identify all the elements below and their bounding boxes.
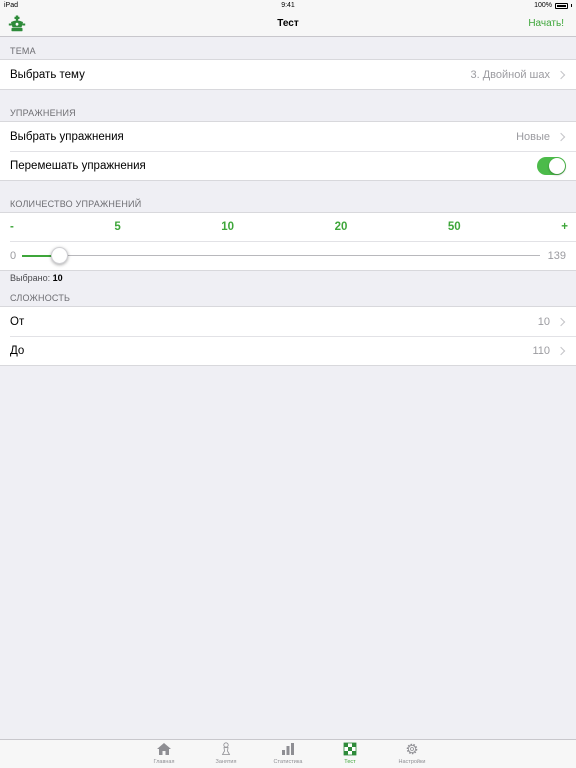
tab-label: Статистика — [273, 759, 303, 765]
tab-label: Настройки — [398, 759, 426, 765]
chevron-right-icon — [556, 132, 566, 141]
tab-bar: Главная Занятия Статистика Тест Настройк… — [0, 739, 576, 768]
start-button[interactable]: Начать! — [528, 18, 564, 29]
selected-count-value: 10 — [52, 273, 63, 283]
exercises-group: Выбрать упражнения Новые Перемешать упра… — [0, 121, 576, 181]
quick-count-10-button[interactable]: 10 — [221, 221, 234, 233]
pawn-icon — [221, 742, 231, 755]
section-header-count: КОЛИЧЕСТВО УПРАЖНЕНИЙ — [10, 199, 142, 209]
battery-icon — [555, 2, 568, 9]
difficulty-to-value: 110 — [532, 344, 550, 357]
slider-max-label: 139 — [547, 250, 566, 262]
home-icon — [157, 743, 171, 755]
bar-chart-icon — [282, 743, 294, 755]
clock: 9:41 — [281, 2, 295, 9]
difficulty-to-row[interactable]: До 110 — [0, 336, 576, 365]
quick-count-5-button[interactable]: 5 — [114, 221, 120, 233]
tab-label: Главная — [153, 759, 175, 765]
toggle-knob — [549, 157, 565, 174]
difficulty-to-label: До — [10, 344, 25, 357]
shuffle-exercises-row: Перемешать упражнения — [0, 151, 576, 180]
tab-label: Занятия — [215, 759, 237, 765]
shuffle-exercises-label: Перемешать упражнения — [10, 159, 146, 172]
difficulty-group: От 10 До 110 — [0, 306, 576, 366]
status-bar: iPad 9:41 100% — [0, 0, 576, 12]
slider-thumb[interactable] — [50, 247, 68, 264]
difficulty-from-value: 10 — [537, 315, 550, 328]
selected-count-prefix: Выбрано: — [10, 273, 51, 283]
difficulty-from-row[interactable]: От 10 — [0, 307, 576, 336]
section-header-exercises: УПРАЖНЕНИЯ — [10, 108, 76, 118]
count-group: - 5 10 20 50 + 0 139 — [0, 212, 576, 271]
choose-exercises-row[interactable]: Выбрать упражнения Новые — [0, 122, 576, 151]
quick-count-20-button[interactable]: 20 — [335, 221, 348, 233]
selected-count: Выбрано: 10 — [10, 273, 63, 283]
choose-exercises-value: Новые — [516, 130, 550, 143]
choose-theme-value: 3. Двойной шах — [470, 68, 551, 81]
tab-home[interactable]: Главная — [133, 740, 195, 768]
tab-test[interactable]: Тест — [319, 740, 381, 768]
section-header-difficulty: СЛОЖНОСТЬ — [10, 293, 71, 303]
section-header-theme: ТЕМА — [10, 46, 36, 56]
quick-count-row: - 5 10 20 50 + — [0, 213, 576, 241]
gear-icon — [406, 743, 418, 755]
battery-percent: 100% — [534, 2, 552, 9]
nav-bar: Тест Начать! — [0, 12, 576, 37]
page-title: Тест — [277, 18, 299, 29]
decrement-button[interactable]: - — [10, 221, 14, 233]
shuffle-toggle[interactable] — [537, 156, 566, 175]
tab-label: Тест — [344, 759, 356, 765]
chevron-right-icon — [556, 346, 566, 355]
choose-theme-row[interactable]: Выбрать тему 3. Двойной шах — [0, 60, 576, 89]
count-slider-row: 0 139 — [0, 241, 576, 270]
theme-group: Выбрать тему 3. Двойной шах — [0, 59, 576, 90]
increment-button[interactable]: + — [561, 221, 568, 233]
quick-count-50-button[interactable]: 50 — [448, 221, 461, 233]
choose-theme-label: Выбрать тему — [10, 68, 85, 81]
battery-indicator: 100% — [534, 2, 572, 9]
checkerboard-icon — [343, 742, 357, 756]
difficulty-from-label: От — [10, 315, 25, 328]
tab-lessons[interactable]: Занятия — [195, 740, 257, 768]
choose-exercises-label: Выбрать упражнения — [10, 130, 124, 143]
slider-min-label: 0 — [10, 250, 17, 262]
tab-settings[interactable]: Настройки — [381, 740, 443, 768]
chevron-right-icon — [556, 317, 566, 326]
chevron-right-icon — [556, 70, 566, 79]
tab-statistics[interactable]: Статистика — [257, 740, 319, 768]
count-slider[interactable] — [22, 247, 540, 264]
